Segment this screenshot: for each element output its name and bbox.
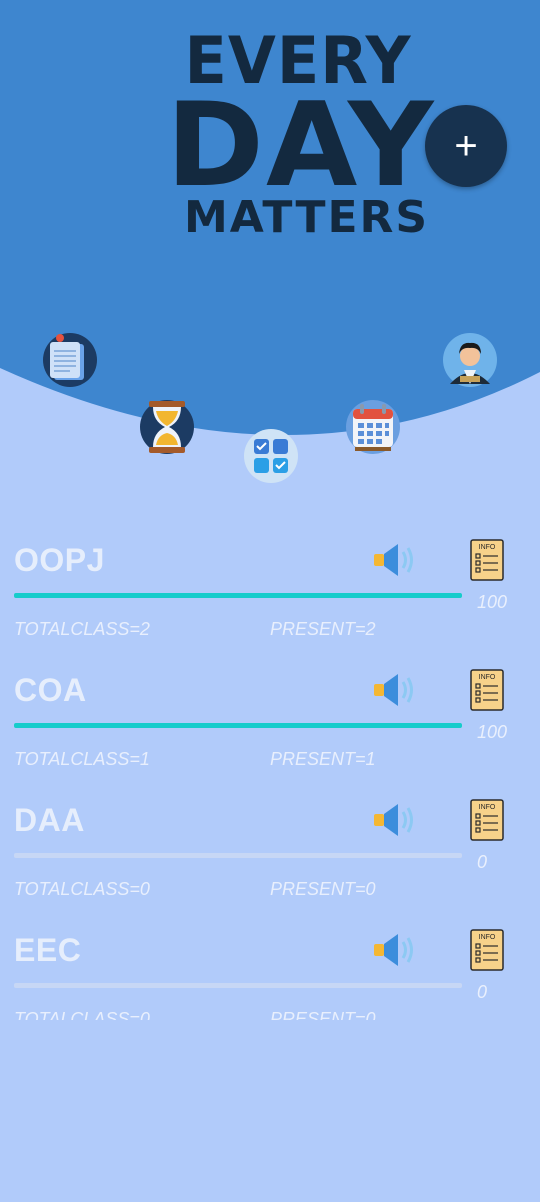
attendance-percent: 100 [477,722,508,742]
speaker-icon[interactable] [372,542,418,583]
speaker-icon[interactable] [372,932,418,973]
calendar-icon[interactable] [345,399,401,455]
info-icon[interactable]: INFO [469,668,505,717]
profile-icon[interactable] [442,332,498,388]
speaker-icon[interactable] [372,672,418,713]
list-item[interactable]: DAA INFO 0 TOTALCLASS=0 PRESENT=0 [0,780,540,910]
total-class-label: TOTALCLASS=0 [14,1009,150,1020]
info-icon[interactable]: INFO [469,798,505,847]
attendance-progress-bar [14,853,462,858]
attendance-percent: 0 [477,852,488,872]
total-class-label: TOTALCLASS=2 [14,619,150,639]
list-item[interactable]: COA INFO 100 TOTALCLASS=1 PRESENT=1 [0,650,540,780]
subject-name: OOPJ [14,542,105,578]
app-logo: EVERY DAY MATTERS [166,28,433,240]
info-label: INFO [479,674,496,681]
info-label: INFO [479,544,496,551]
list-item[interactable]: OOPJ INFO 100 TOTALCLASS=2 PRESENT=2 [0,520,540,650]
total-class-label: TOTALCLASS=0 [14,879,150,899]
present-label: PRESENT=1 [270,749,376,769]
list-item[interactable]: EEC INFO 0 TOTALCLASS=0 PRESENT=0 [0,910,540,1020]
notes-icon[interactable] [42,332,98,388]
present-label: PRESENT=2 [270,619,376,639]
hourglass-icon[interactable] [139,399,195,455]
attendance-progress-bar [14,983,462,988]
subject-name: DAA [14,802,85,838]
attendance-progress-bar [14,723,462,728]
attendance-progress-bar [14,593,462,598]
total-class-label: TOTALCLASS=1 [14,749,150,769]
subject-name: COA [14,672,87,708]
subject-list: OOPJ INFO 100 TOTALCLASS=2 PRESENT=2 COA… [0,520,540,1020]
attendance-percent: 100 [477,592,508,612]
subject-name: EEC [14,932,82,968]
present-label: PRESENT=0 [270,1009,376,1020]
info-icon[interactable]: INFO [469,538,505,587]
add-button[interactable]: + [425,105,507,187]
present-label: PRESENT=0 [270,879,376,899]
attendance-percent: 0 [477,982,488,1002]
speaker-icon[interactable] [372,802,418,843]
dashboard-icon[interactable] [243,428,299,484]
info-label: INFO [479,804,496,811]
logo-line-day: DAY [166,77,436,213]
info-icon[interactable]: INFO [469,928,505,977]
plus-icon: + [454,123,478,168]
info-label: INFO [479,934,496,941]
